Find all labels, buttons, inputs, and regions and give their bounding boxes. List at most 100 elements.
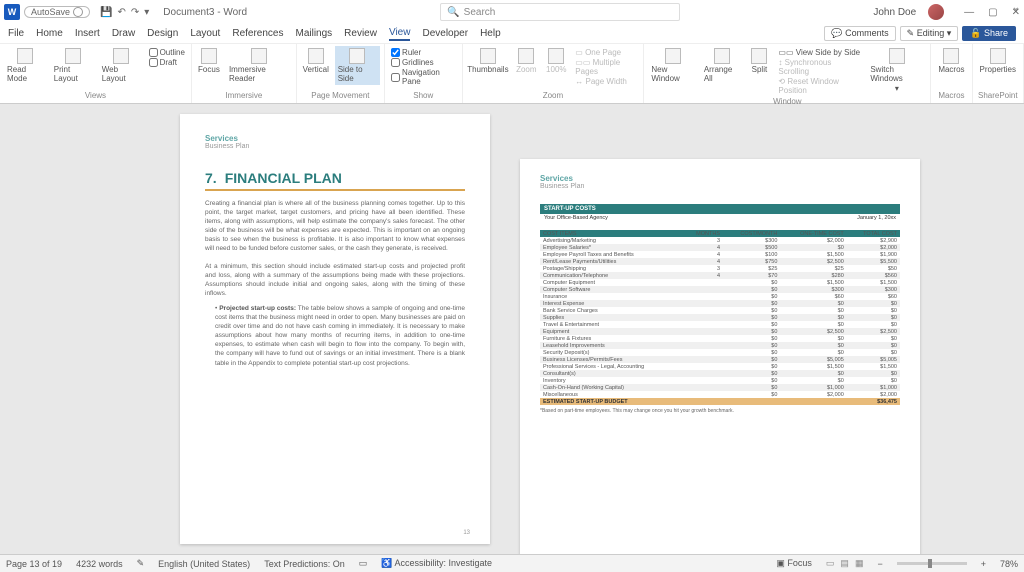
table-row: Bank Service Charges$0$0$0 bbox=[540, 307, 900, 314]
read-view-icon[interactable]: ▭ bbox=[826, 558, 835, 569]
ruler-check[interactable]: Ruler bbox=[391, 48, 455, 57]
bullet-1: • Projected start-up costs: The table be… bbox=[205, 304, 465, 368]
status-accessibility[interactable]: ♿ Accessibility: Investigate bbox=[381, 558, 492, 569]
table-header-row: COST ITEMSMONTHSCOST/MONTHONE-TIME COSTT… bbox=[540, 230, 900, 237]
header-services: Services bbox=[205, 134, 465, 143]
table-footnote: *Based on part-time employees. This may … bbox=[540, 408, 900, 414]
tab-mailings[interactable]: Mailings bbox=[295, 28, 332, 39]
table-row: Consultant(s)$0$0$0 bbox=[540, 370, 900, 377]
display-settings-icon[interactable]: ▭ bbox=[359, 558, 368, 569]
zoom-button: Zoom bbox=[513, 46, 539, 76]
tab-draw[interactable]: Draw bbox=[112, 28, 135, 39]
web-view-icon[interactable]: ▦ bbox=[855, 558, 864, 569]
spellcheck-icon[interactable]: ✎ bbox=[137, 558, 145, 569]
switch-windows-button[interactable]: Switch Windows ▾ bbox=[867, 46, 926, 95]
macros-button[interactable]: Macros bbox=[935, 46, 967, 76]
focus-mode-button[interactable]: ▣ Focus bbox=[776, 558, 812, 569]
table-row: Cash-On-Hand (Working Capital)$0$1,000$1… bbox=[540, 384, 900, 391]
print-view-icon[interactable]: ▤ bbox=[840, 558, 849, 569]
table-total-row: ESTIMATED START-UP BUDGET$36,475 bbox=[540, 398, 900, 405]
gridlines-check[interactable]: Gridlines bbox=[391, 58, 455, 67]
document-title: Document3 - Word bbox=[163, 7, 247, 18]
side-to-side-button[interactable]: Side to Side bbox=[335, 46, 380, 85]
table-row: Inventory$0$0$0 bbox=[540, 377, 900, 384]
redo-icon[interactable]: ↷ bbox=[131, 7, 139, 18]
print-layout-button[interactable]: Print Layout bbox=[51, 46, 95, 85]
arrange-all-button[interactable]: Arrange All bbox=[701, 46, 743, 85]
table-row: Travel & Entertainment$0$0$0 bbox=[540, 321, 900, 328]
status-bar: Page 13 of 19 4232 words ✎ English (Unit… bbox=[0, 554, 1024, 572]
multi-page-button: ▭▭ Multiple Pages bbox=[575, 58, 637, 76]
tab-help[interactable]: Help bbox=[480, 28, 501, 39]
table-row: Rent/Lease Payments/Utilities4$750$2,500… bbox=[540, 258, 900, 265]
share-button[interactable]: 🔓 Share bbox=[962, 26, 1016, 41]
tab-home[interactable]: Home bbox=[36, 28, 63, 39]
ribbon: Read Mode Print Layout Web Layout Outlin… bbox=[0, 44, 1024, 104]
properties-button[interactable]: Properties bbox=[977, 46, 1019, 76]
vertical-button[interactable]: Vertical bbox=[301, 46, 331, 76]
status-language[interactable]: English (United States) bbox=[158, 559, 250, 569]
table-row: Employee Salaries*4$500$0$2,000 bbox=[540, 244, 900, 251]
tab-view[interactable]: View bbox=[389, 27, 411, 41]
comments-button[interactable]: 💬 Comments bbox=[824, 26, 895, 41]
tab-layout[interactable]: Layout bbox=[190, 28, 220, 39]
status-predictions[interactable]: Text Predictions: On bbox=[264, 559, 345, 569]
tab-developer[interactable]: Developer bbox=[422, 28, 468, 39]
status-words[interactable]: 4232 words bbox=[76, 559, 123, 569]
navpane-check[interactable]: Navigation Pane bbox=[391, 68, 455, 86]
immersive-reader-button[interactable]: Immersive Reader bbox=[226, 46, 292, 85]
reset-window-button: ⟲ Reset Window Position bbox=[778, 77, 861, 95]
split-button[interactable]: Split bbox=[746, 46, 772, 76]
word-icon: W bbox=[4, 4, 20, 20]
tab-design[interactable]: Design bbox=[147, 28, 178, 39]
editing-button[interactable]: ✎ Editing ▾ bbox=[900, 26, 959, 41]
tab-file[interactable]: File bbox=[8, 28, 24, 39]
user-name[interactable]: John Doe bbox=[873, 7, 916, 18]
zoom-in-button[interactable]: + bbox=[981, 559, 986, 569]
page-14: Services Business Plan START-UP COSTS Yo… bbox=[520, 159, 920, 554]
table-row: Supplies$0$0$0 bbox=[540, 314, 900, 321]
tab-review[interactable]: Review bbox=[344, 28, 377, 39]
toggle-off-icon bbox=[73, 7, 83, 17]
autosave-toggle[interactable]: AutoSave bbox=[24, 6, 90, 18]
draft-check[interactable]: Draft bbox=[149, 58, 185, 67]
view-side-by-side-button[interactable]: ▭▭ View Side by Side bbox=[778, 48, 861, 57]
search-input[interactable]: 🔍 Search bbox=[440, 3, 680, 21]
outline-check[interactable]: Outline bbox=[149, 48, 185, 57]
table-row: Insurance$0$60$60 bbox=[540, 293, 900, 300]
tab-references[interactable]: References bbox=[232, 28, 283, 39]
search-icon: 🔍 bbox=[447, 7, 459, 18]
zoom-slider[interactable] bbox=[897, 562, 967, 565]
collapse-ribbon-button[interactable]: ⌄ bbox=[1012, 2, 1020, 13]
table-row: Interest Expense$0$0$0 bbox=[540, 300, 900, 307]
table-row: Business Licenses/Permits/Fees$0$5,005$5… bbox=[540, 356, 900, 363]
menu-bar: File Home Insert Draw Design Layout Refe… bbox=[0, 24, 1024, 44]
tab-insert[interactable]: Insert bbox=[75, 28, 100, 39]
maximize-button[interactable]: ▢ bbox=[988, 7, 997, 18]
document-area[interactable]: Services Business Plan 7. FINANCIAL PLAN… bbox=[0, 104, 1024, 554]
sync-scroll-button: ↕ Synchronous Scrolling bbox=[778, 58, 861, 76]
avatar[interactable] bbox=[928, 4, 944, 20]
table-title: START-UP COSTS bbox=[540, 204, 900, 214]
table-row: Miscellaneous$0$2,000$2,000 bbox=[540, 391, 900, 398]
paragraph-1: Creating a financial plan is where all o… bbox=[205, 199, 465, 254]
minimize-button[interactable]: — bbox=[964, 7, 974, 18]
zoom-level[interactable]: 78% bbox=[1000, 559, 1018, 569]
page-13: Services Business Plan 7. FINANCIAL PLAN… bbox=[180, 114, 490, 544]
paragraph-2: At a minimum, this section should includ… bbox=[205, 262, 465, 298]
read-mode-button[interactable]: Read Mode bbox=[4, 46, 47, 85]
section-title: 7. FINANCIAL PLAN bbox=[205, 170, 465, 191]
web-layout-button[interactable]: Web Layout bbox=[99, 46, 143, 85]
table-row: Computer Equipment$0$1,500$1,500 bbox=[540, 279, 900, 286]
zoom-out-button[interactable]: − bbox=[877, 559, 882, 569]
qat-dropdown-icon[interactable]: ▾ bbox=[144, 7, 149, 18]
table-row: Professional Services - Legal, Accountin… bbox=[540, 363, 900, 370]
status-page[interactable]: Page 13 of 19 bbox=[6, 559, 62, 569]
focus-button[interactable]: Focus bbox=[196, 46, 222, 76]
undo-icon[interactable]: ↶ bbox=[117, 7, 125, 18]
hundred-button: 100% bbox=[543, 46, 569, 76]
new-window-button[interactable]: New Window bbox=[648, 46, 696, 85]
save-icon[interactable]: 💾 bbox=[100, 7, 112, 18]
thumbnails-button[interactable]: Thumbnails bbox=[467, 46, 510, 76]
header-services: Services bbox=[540, 174, 900, 183]
